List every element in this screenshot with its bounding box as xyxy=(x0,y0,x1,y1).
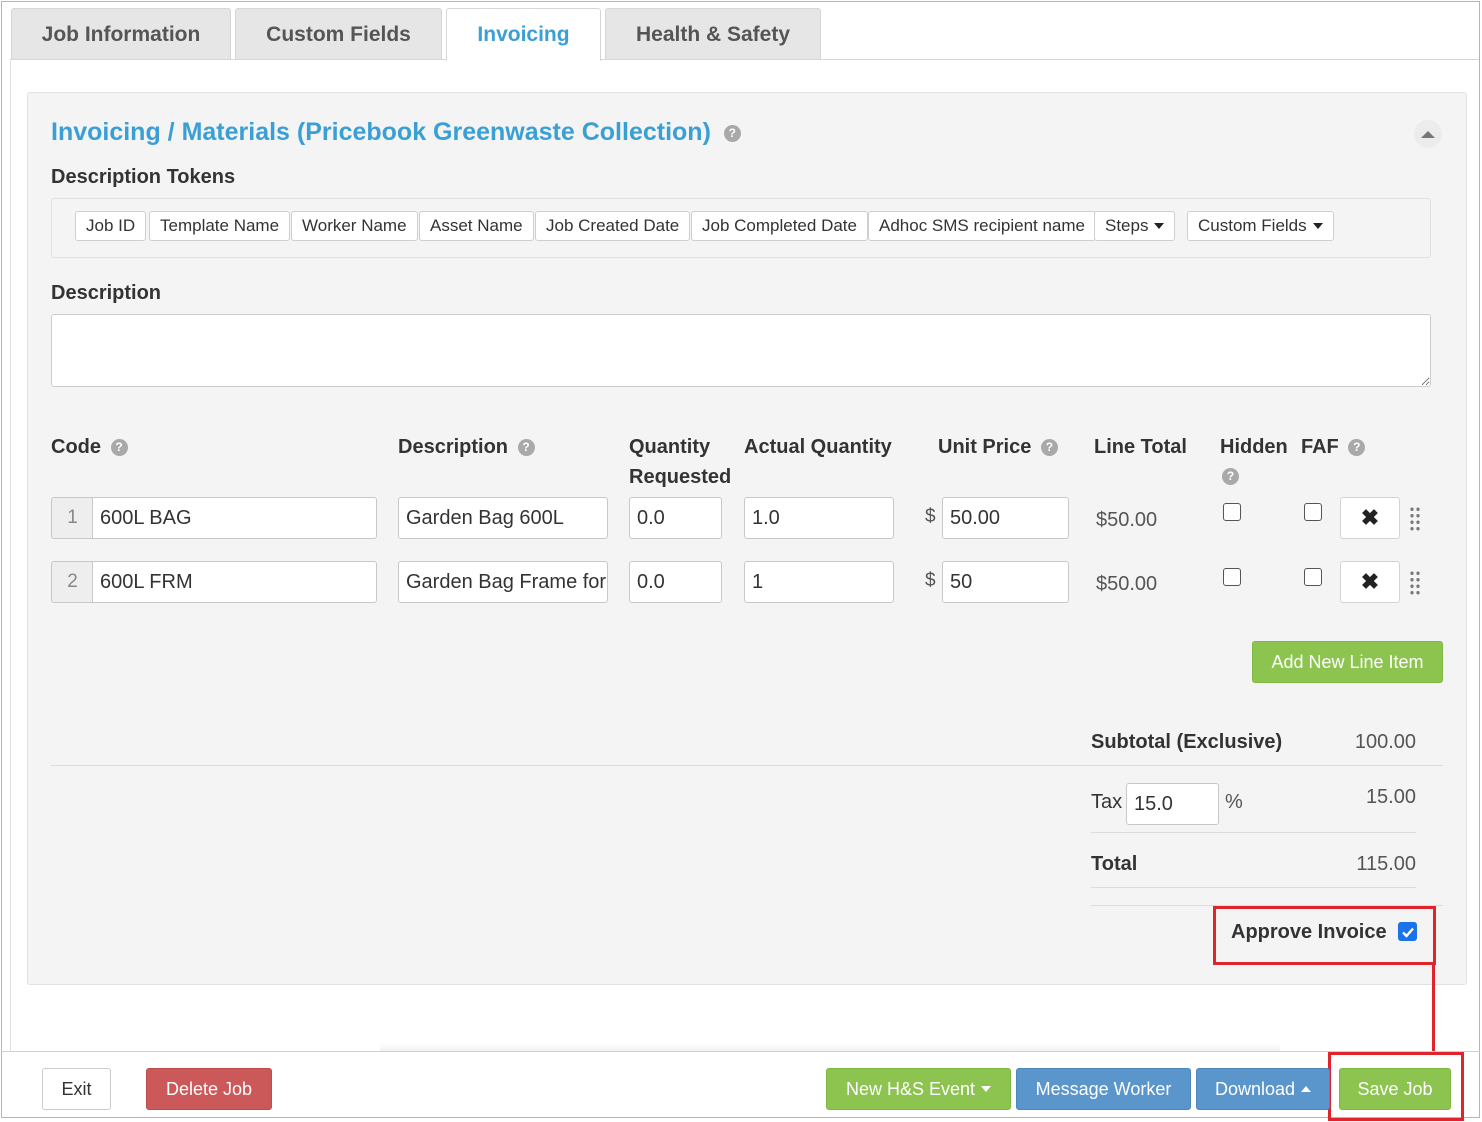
caret-up-icon xyxy=(1301,1086,1312,1092)
unit-price-input[interactable]: 50.00 xyxy=(942,497,1069,539)
highlight-connector xyxy=(1432,963,1435,1055)
token-custom-fields-dropdown[interactable]: Custom Fields xyxy=(1187,211,1334,241)
header-line-total: Line Total xyxy=(1094,436,1187,458)
header-description-label: Description xyxy=(398,436,509,458)
header-quantity-requested: Quantity Requested xyxy=(629,436,732,488)
add-new-line-item-button[interactable]: Add New Line Item xyxy=(1252,641,1443,683)
tax-percent-unit: % xyxy=(1225,791,1243,813)
token-job-id[interactable]: Job ID xyxy=(75,211,147,241)
question-circle-icon[interactable]: ? xyxy=(517,439,535,457)
token-steps-dropdown[interactable]: Steps xyxy=(1094,211,1176,241)
header-unit-price: Unit Price ? xyxy=(938,432,1058,462)
description-input[interactable]: Garden Bag 600L xyxy=(398,497,608,539)
new-hs-event-label: New H&S Event xyxy=(845,1078,976,1099)
close-icon: ✖ xyxy=(1360,505,1380,530)
header-code: Code ? xyxy=(51,432,128,462)
content-border xyxy=(10,59,11,1051)
delete-line-button[interactable]: ✖ xyxy=(1340,561,1400,603)
tab-custom-fields[interactable]: Custom Fields xyxy=(235,8,442,60)
faf-checkbox[interactable] xyxy=(1304,568,1322,586)
new-hs-event-button[interactable]: New H&S Event xyxy=(826,1068,1011,1110)
header-hidden: Hidden xyxy=(1220,436,1288,458)
tabs-divider xyxy=(10,59,1479,60)
hidden-checkbox[interactable] xyxy=(1223,503,1241,521)
description-tokens-label: Description Tokens xyxy=(51,166,236,188)
header-unit-price-label: Unit Price xyxy=(938,436,1032,458)
unit-price-input[interactable]: 50 xyxy=(942,561,1069,603)
total-value: 115.00 xyxy=(1356,853,1416,875)
currency-symbol: $ xyxy=(925,506,936,527)
header-faf: FAF ? xyxy=(1301,432,1366,462)
tax-rate-input[interactable]: 15.0 xyxy=(1126,783,1219,825)
code-input[interactable]: 600L FRM xyxy=(92,561,377,603)
subtotal-label: Subtotal (Exclusive) xyxy=(1091,731,1283,753)
line-total: $50.00 xyxy=(1096,509,1158,531)
total-label: Total xyxy=(1091,853,1138,875)
tab-job-information[interactable]: Job Information xyxy=(11,8,231,60)
token-template-name[interactable]: Template Name xyxy=(149,211,291,241)
download-label: Download xyxy=(1214,1078,1296,1099)
header-faf-label: FAF xyxy=(1301,436,1339,458)
tax-value: 15.00 xyxy=(1365,786,1416,808)
highlight-box xyxy=(1213,906,1436,965)
caret-down-icon xyxy=(1312,223,1323,229)
actual-quantity-input[interactable]: 1.0 xyxy=(744,497,894,539)
row-number: 1 xyxy=(51,497,93,539)
question-circle-icon[interactable]: ? xyxy=(1348,439,1366,457)
caret-down-icon xyxy=(1154,223,1165,229)
divider xyxy=(51,765,1443,766)
description-textarea[interactable] xyxy=(51,314,1431,387)
currency-symbol: $ xyxy=(925,570,936,591)
question-circle-icon[interactable]: ? xyxy=(1222,468,1239,485)
token-job-completed-date[interactable]: Job Completed Date xyxy=(691,211,868,241)
divider xyxy=(1091,887,1416,888)
steps-dropdown-label: Steps xyxy=(1105,216,1149,235)
panel-title-text: Invoicing / Materials (Pricebook Greenwa… xyxy=(51,118,711,146)
question-circle-icon[interactable]: ? xyxy=(723,124,741,142)
row-number: 2 xyxy=(51,561,93,603)
divider xyxy=(1091,832,1416,833)
description-label: Description xyxy=(51,282,162,304)
faf-checkbox[interactable] xyxy=(1304,503,1322,521)
hidden-checkbox[interactable] xyxy=(1223,568,1241,586)
token-asset-name[interactable]: Asset Name xyxy=(419,211,534,241)
tab-invoicing[interactable]: Invoicing xyxy=(446,8,601,61)
token-adhoc-sms-recipient[interactable]: Adhoc SMS recipient name xyxy=(868,211,1096,241)
close-icon: ✖ xyxy=(1360,569,1380,594)
drag-handle-icon[interactable] xyxy=(1409,506,1421,532)
question-circle-icon[interactable]: ? xyxy=(110,439,128,457)
tax-label: Tax xyxy=(1091,791,1123,813)
token-job-created-date[interactable]: Job Created Date xyxy=(535,211,691,241)
code-input[interactable]: 600L BAG xyxy=(92,497,377,539)
header-code-label: Code xyxy=(51,436,101,458)
delete-job-button[interactable]: Delete Job xyxy=(146,1068,272,1110)
footer-divider xyxy=(1,1051,1480,1052)
quantity-requested-input[interactable]: 0.0 xyxy=(629,561,722,603)
exit-button[interactable]: Exit xyxy=(42,1068,111,1110)
description-input[interactable]: Garden Bag Frame for xyxy=(398,561,608,603)
message-worker-button[interactable]: Message Worker xyxy=(1016,1068,1191,1110)
panel-title: Invoicing / Materials (Pricebook Greenwa… xyxy=(51,118,741,147)
subtotal-value: 100.00 xyxy=(1354,731,1416,753)
custom-fields-dropdown-label: Custom Fields xyxy=(1198,216,1307,235)
save-job-button[interactable]: Save Job xyxy=(1339,1068,1451,1110)
tab-health-safety[interactable]: Health & Safety xyxy=(605,8,821,60)
delete-line-button[interactable]: ✖ xyxy=(1340,497,1400,539)
line-total: $50.00 xyxy=(1096,573,1158,595)
header-actual-quantity: Actual Quantity xyxy=(744,436,892,458)
chevron-up-icon xyxy=(1421,130,1435,138)
actual-quantity-input[interactable]: 1 xyxy=(744,561,894,603)
question-circle-icon[interactable]: ? xyxy=(1040,439,1058,457)
token-worker-name[interactable]: Worker Name xyxy=(291,211,418,241)
quantity-requested-input[interactable]: 0.0 xyxy=(629,497,722,539)
drag-handle-icon[interactable] xyxy=(1409,570,1421,596)
caret-down-icon xyxy=(981,1086,992,1092)
collapse-panel-button[interactable] xyxy=(1414,120,1442,148)
footer-shadow xyxy=(380,1043,1280,1051)
download-button[interactable]: Download xyxy=(1196,1068,1330,1110)
header-description: Description ? xyxy=(398,432,535,462)
